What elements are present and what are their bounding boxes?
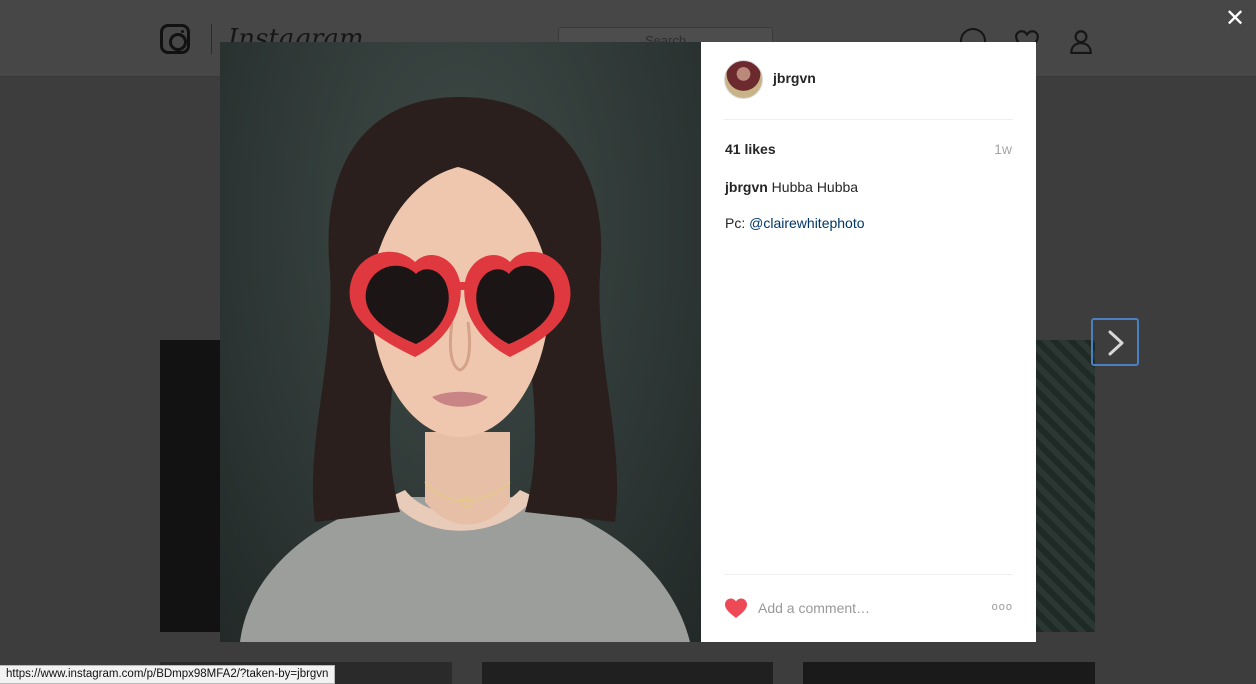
credit-mention-link[interactable]: @clairewhitephoto (749, 215, 864, 231)
post-photo[interactable] (220, 42, 701, 642)
close-button[interactable]: ✕ (1222, 6, 1248, 32)
avatar[interactable] (724, 60, 763, 99)
background-grid-photo (160, 340, 220, 632)
profile-user-icon[interactable] (1068, 28, 1094, 54)
post-modal: jbrgvn 41 likes 1w jbrgvn Hubba Hubba Pc… (220, 42, 1036, 642)
photo-credit: Pc: @clairewhitephoto (725, 215, 865, 231)
more-options-button[interactable]: ooo (987, 597, 1013, 617)
post-caption: jbrgvn Hubba Hubba (725, 179, 858, 195)
caption-text: Hubba Hubba (771, 179, 859, 195)
post-author-username[interactable]: jbrgvn (773, 70, 816, 86)
chevron-right-icon (1108, 330, 1124, 356)
likes-count[interactable]: 41 likes (725, 141, 776, 157)
next-post-button[interactable] (1091, 318, 1139, 366)
portrait-woman-heart-sunglasses-image (240, 97, 690, 642)
header-divider (211, 24, 212, 54)
post-details-panel: jbrgvn 41 likes 1w jbrgvn Hubba Hubba Pc… (701, 42, 1036, 642)
caption-username[interactable]: jbrgvn (725, 179, 768, 195)
status-bar-url: https://www.instagram.com/p/BDmpx98MFA2/… (0, 665, 336, 684)
add-comment-input[interactable] (758, 595, 978, 621)
post-header: jbrgvn (724, 60, 1013, 120)
comment-bar: ooo (724, 574, 1013, 642)
instagram-camera-icon[interactable] (160, 24, 190, 54)
background-grid-photo (1036, 340, 1095, 632)
background-grid-photo (803, 662, 1095, 684)
background-grid-photo (482, 662, 773, 684)
post-timestamp[interactable]: 1w (994, 141, 1012, 157)
like-heart-icon[interactable] (724, 597, 748, 619)
credit-prefix: Pc: (725, 215, 750, 231)
